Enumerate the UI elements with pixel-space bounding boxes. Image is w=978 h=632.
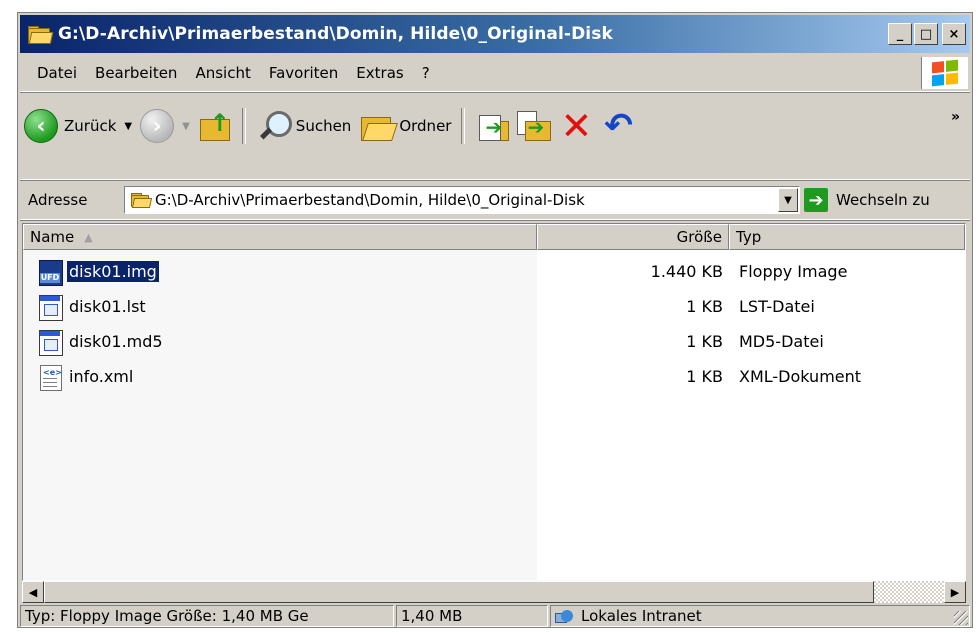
delete-icon: ✕ xyxy=(560,104,593,148)
file-name: info.xml xyxy=(69,367,134,386)
go-button[interactable]: ➔ Wechseln zu xyxy=(804,186,930,214)
forward-button[interactable]: › ▼ xyxy=(136,106,194,146)
menu-datei[interactable]: Datei xyxy=(30,64,84,82)
toolbar: ‹ Zurück ▼ › ▼ ↑ Suchen Ordner ➔ ➔ ✕ ↶ » xyxy=(20,95,970,180)
toolbar-overflow-chevron-icon[interactable]: » xyxy=(951,109,960,125)
undo-button[interactable]: ↶ xyxy=(597,106,639,146)
file-size: 1.440 KB xyxy=(650,262,723,281)
search-label: Suchen xyxy=(295,117,352,135)
file-name: disk01.md5 xyxy=(69,332,163,351)
list-item[interactable]: <e> info.xml 1 KB XML-Dokument xyxy=(23,359,965,394)
scroll-track[interactable] xyxy=(44,581,944,603)
file-type: Floppy Image xyxy=(739,262,848,281)
copy-to-folder-icon: ➔ xyxy=(517,109,552,143)
resize-grip-icon[interactable] xyxy=(954,611,968,625)
folder-icon xyxy=(28,25,54,44)
list-item[interactable]: UFD disk01.img 1.440 KB Floppy Image xyxy=(23,254,965,289)
windows-logo-icon xyxy=(921,57,968,89)
status-zone-text: Lokales Intranet xyxy=(581,607,702,625)
menu-ansicht[interactable]: Ansicht xyxy=(188,64,257,82)
close-button[interactable]: × xyxy=(942,23,966,45)
menu-favoriten[interactable]: Favoriten xyxy=(262,64,345,82)
status-size: 1,40 MB xyxy=(396,605,548,627)
move-to-folder-icon: ➔ xyxy=(475,109,510,143)
scroll-left-icon[interactable]: ◀ xyxy=(22,581,44,603)
status-bar: Typ: Floppy Image Größe: 1,40 MB Ge 1,40… xyxy=(20,605,970,627)
status-info: Typ: Floppy Image Größe: 1,40 MB Ge xyxy=(20,605,394,627)
status-size-text: 1,40 MB xyxy=(401,607,463,625)
up-button[interactable]: ↑ xyxy=(194,106,236,146)
back-button[interactable]: ‹ Zurück ▼ xyxy=(20,106,136,146)
file-size: 1 KB xyxy=(686,332,723,351)
column-name-label: Name xyxy=(30,228,75,246)
scroll-thumb[interactable] xyxy=(44,581,874,603)
column-header-name[interactable]: Name ▲ xyxy=(23,224,537,250)
intranet-icon xyxy=(555,608,575,624)
menu-bearbeiten[interactable]: Bearbeiten xyxy=(88,64,184,82)
forward-arrow-icon: › xyxy=(140,109,175,143)
search-icon xyxy=(256,109,292,143)
forward-dropdown-icon[interactable]: ▼ xyxy=(182,121,190,132)
back-arrow-icon: ‹ xyxy=(24,109,58,143)
horizontal-scrollbar[interactable]: ◀ ▶ xyxy=(22,581,966,603)
file-size: 1 KB xyxy=(686,367,723,386)
window-title: G:\D-Archiv\Primaerbestand\Domin, Hilde\… xyxy=(58,24,613,44)
xml-document-icon: <e> xyxy=(37,364,63,391)
go-label: Wechseln zu xyxy=(836,191,930,209)
move-to-button[interactable]: ➔ xyxy=(471,106,513,146)
back-dropdown-icon[interactable]: ▼ xyxy=(124,121,132,132)
file-type: MD5-Datei xyxy=(739,332,824,351)
sort-ascending-icon: ▲ xyxy=(84,230,93,244)
generic-file-icon xyxy=(37,329,63,356)
file-type: XML-Dokument xyxy=(739,367,862,386)
generic-file-icon xyxy=(37,294,63,321)
floppy-image-icon: UFD xyxy=(37,259,63,286)
delete-button[interactable]: ✕ xyxy=(555,106,597,146)
folder-icon xyxy=(131,193,153,208)
address-input[interactable]: G:\D-Archiv\Primaerbestand\Domin, Hilde\… xyxy=(124,186,800,214)
go-arrow-icon: ➔ xyxy=(804,188,828,212)
address-label: Adresse xyxy=(28,191,88,209)
file-name: disk01.img xyxy=(66,260,160,283)
folder-up-icon: ↑ xyxy=(198,109,232,143)
folders-icon xyxy=(359,109,399,143)
column-size-label: Größe xyxy=(676,228,722,246)
column-type-label: Typ xyxy=(736,228,762,246)
address-bar: Adresse G:\D-Archiv\Primaerbestand\Domin… xyxy=(20,181,970,220)
minimize-button[interactable]: _ xyxy=(888,23,912,45)
menu-help[interactable]: ? xyxy=(415,64,437,82)
toolbar-separator xyxy=(461,108,466,144)
scroll-right-icon[interactable]: ▶ xyxy=(944,581,966,603)
back-label: Zurück xyxy=(64,117,117,135)
file-list[interactable]: Name ▲ Größe Typ UFD disk01.img 1.440 KB xyxy=(22,223,966,581)
status-zone: Lokales Intranet xyxy=(550,605,970,627)
menu-bar: Datei Bearbeiten Ansicht Favoriten Extra… xyxy=(20,55,970,92)
toolbar-separator xyxy=(241,108,246,144)
copy-to-button[interactable]: ➔ xyxy=(513,106,555,146)
column-header-size[interactable]: Größe xyxy=(537,224,729,250)
list-item[interactable]: disk01.md5 1 KB MD5-Datei xyxy=(23,324,965,359)
maximize-button[interactable]: □ xyxy=(914,23,938,45)
file-name: disk01.lst xyxy=(69,297,146,316)
explorer-window: G:\D-Archiv\Primaerbestand\Domin, Hilde\… xyxy=(17,12,973,628)
address-dropdown-button[interactable]: ▼ xyxy=(778,188,798,212)
title-bar[interactable]: G:\D-Archiv\Primaerbestand\Domin, Hilde\… xyxy=(20,15,970,53)
column-header-type[interactable]: Typ xyxy=(729,224,965,250)
search-button[interactable]: Suchen xyxy=(252,106,356,146)
list-item[interactable]: disk01.lst 1 KB LST-Datei xyxy=(23,289,965,324)
status-info-text: Typ: Floppy Image Größe: 1,40 MB Ge xyxy=(25,607,309,625)
file-size: 1 KB xyxy=(686,297,723,316)
folders-label: Ordner xyxy=(399,117,452,135)
menu-extras[interactable]: Extras xyxy=(349,64,410,82)
address-value: G:\D-Archiv\Primaerbestand\Domin, Hilde\… xyxy=(155,191,585,209)
undo-icon: ↶ xyxy=(604,106,633,146)
folders-button[interactable]: Ordner xyxy=(355,106,455,146)
file-type: LST-Datei xyxy=(739,297,815,316)
